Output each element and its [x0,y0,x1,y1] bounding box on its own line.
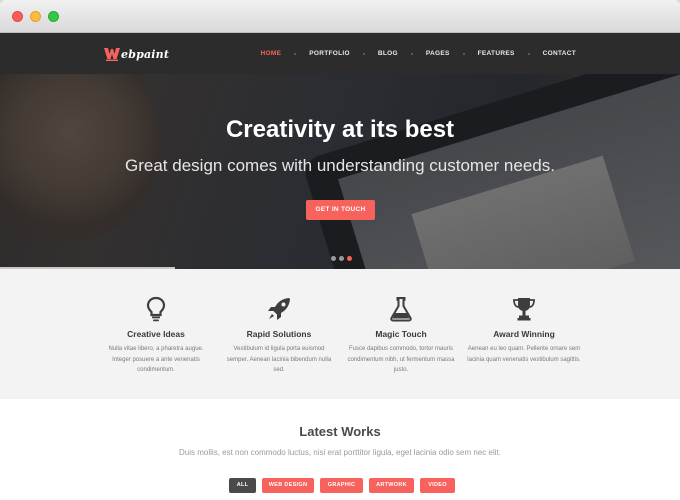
hero-subtitle: Great design comes with understanding cu… [125,156,555,175]
lightbulb-icon [142,295,170,323]
latest-works-section: Latest Works Duis mollis, est non commod… [0,399,680,500]
logo-text: ebpaint [121,47,170,61]
feature-description: Vestibulum id ligula porta euismod sempe… [226,346,332,373]
zoom-window-button[interactable] [48,11,59,22]
filter-artwork-button[interactable]: ARTWORK [369,478,414,493]
get-in-touch-button[interactable]: GET IN TOUCH [306,200,375,220]
nav-blog[interactable]: BLOG [365,50,411,57]
logo-w-icon [104,47,120,61]
nav-portfolio[interactable]: PORTFOLIO [296,50,363,57]
slide-dot-2[interactable] [339,256,344,261]
slider-pagination [331,256,352,261]
nav-contact[interactable]: CONTACT [530,50,576,57]
trophy-icon [510,295,538,323]
feature-description: Nulla vitae libero, a pharetra augue. In… [108,346,204,373]
window-titlebar [0,0,680,33]
filter-video-button[interactable]: VIDEO [420,478,455,493]
feature-description: Fusce dapibus commodo, tortor mauris con… [347,346,455,373]
portfolio-filters: ALL WEB DESIGN GRAPHIC ARTWORK VIDEO [229,478,455,493]
feature-title: Award Winning [493,329,555,339]
nav-features[interactable]: FEATURES [465,50,528,57]
features-section: Creative Ideas Nulla vitae libero, a pha… [0,269,680,399]
site-navbar: ebpaint HOME PORTFOLIO BLOG PAGES FEATUR… [0,33,680,74]
hero-title: Creativity at its best [225,116,455,143]
rocket-icon [265,295,293,323]
flask-icon [387,295,415,323]
feature-description: Aenean eu leo quam. Pellente ornare sem … [467,346,581,363]
site-logo[interactable]: ebpaint [104,46,169,62]
feature-title: Magic Touch [375,329,427,339]
nav-pages[interactable]: PAGES [413,50,463,57]
section-title: Latest Works [299,424,381,439]
section-description: Duis mollis, est non commodo luctus, nis… [179,448,501,457]
nav-home[interactable]: HOME [248,50,295,57]
hero-slider: Creativity at its best Great design come… [0,74,680,269]
browser-window: ebpaint HOME PORTFOLIO BLOG PAGES FEATUR… [0,0,680,500]
filter-graphic-button[interactable]: GRAPHIC [320,478,363,493]
filter-all-button[interactable]: ALL [229,478,256,493]
slide-dot-1[interactable] [331,256,336,261]
main-nav: HOME PORTFOLIO BLOG PAGES FEATURES CONTA… [248,33,576,74]
minimize-window-button[interactable] [30,11,41,22]
feature-title: Rapid Solutions [246,329,312,339]
slide-dot-3[interactable] [347,256,352,261]
feature-title: Creative Ideas [127,329,185,339]
filter-web-design-button[interactable]: WEB DESIGN [262,478,314,493]
close-window-button[interactable] [12,11,23,22]
